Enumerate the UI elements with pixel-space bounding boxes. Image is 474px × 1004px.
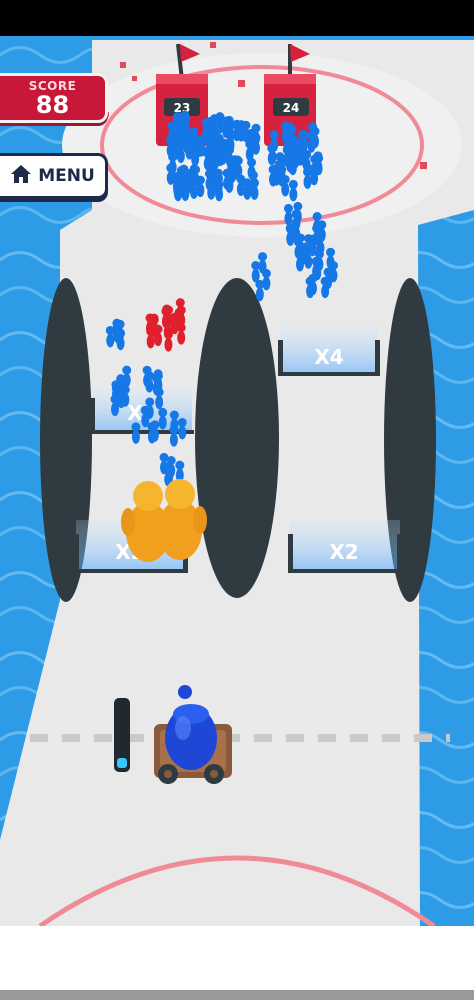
game-canvas[interactable]: X4 X2 X2 X 23 24 — [0, 0, 474, 1000]
status-bar — [0, 0, 474, 36]
nav-bar — [0, 990, 474, 1000]
menu-button[interactable]: MENU — [0, 153, 108, 199]
game-scene[interactable]: X4 X2 X2 X 23 24 SCORE 88 MENU — [0, 0, 474, 1000]
menu-label: MENU — [38, 166, 95, 186]
tower-right-count: 24 — [283, 101, 300, 115]
bottom-area — [0, 926, 474, 990]
home-icon — [10, 164, 32, 188]
obstacle-center — [195, 278, 279, 598]
gate-x4-label: X4 — [314, 345, 343, 369]
gate-x4: X4 — [278, 326, 380, 376]
score-panel: SCORE 88 — [0, 73, 108, 123]
gate-x2-right-label: X2 — [329, 540, 358, 564]
gate-partial-label: X — [127, 401, 143, 425]
score-value: 88 — [35, 91, 70, 119]
gate-x2-right: X2 — [288, 520, 402, 573]
power-meter — [114, 698, 130, 772]
top-platform — [62, 53, 462, 237]
